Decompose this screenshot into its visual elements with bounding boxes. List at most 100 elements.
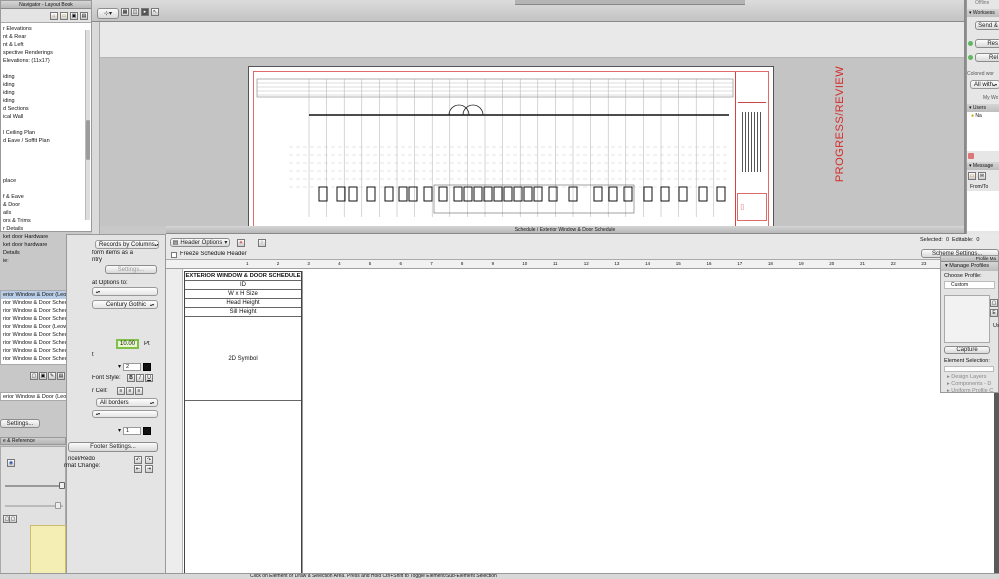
rel-button[interactable]: Rel — [975, 53, 999, 62]
records-select[interactable]: Records by Columns — [95, 240, 159, 249]
duplicate-icon[interactable]: ▣ — [39, 372, 47, 380]
navigator-item[interactable]: Elevations: (11x17) — [1, 57, 91, 65]
new-resource-icon[interactable]: ▢ — [30, 372, 38, 380]
settings-button[interactable]: Settings... — [105, 265, 157, 274]
navigator-item[interactable] — [1, 65, 91, 73]
arrow-tool-icon[interactable]: ▸ — [141, 8, 149, 16]
slider-knob-2[interactable] — [55, 502, 61, 509]
border-weight-field[interactable]: 1 — [123, 426, 142, 435]
edit-icon[interactable]: ✎ — [48, 372, 56, 380]
navigator-item[interactable]: nt & Left — [1, 41, 91, 49]
properties-icon[interactable]: ▤ — [57, 372, 65, 380]
italic-button[interactable]: I — [136, 374, 144, 382]
align-left-icon[interactable]: ≡ — [117, 387, 125, 395]
navigator-item[interactable]: r Details — [1, 225, 91, 233]
grid-icon[interactable]: ▦ — [121, 8, 129, 16]
schedule-tab[interactable]: Schedule / Exterior Window & Door Schedu… — [166, 226, 964, 234]
uniform-profile-row[interactable]: ▸ Uniform Profile C — [941, 388, 998, 394]
res-button[interactable]: Res — [975, 39, 999, 48]
navigator-item[interactable]: place — [1, 177, 91, 185]
navigator-scrollbar[interactable] — [85, 30, 90, 220]
footer-settings-button[interactable]: Footer Settings... — [68, 442, 158, 452]
components-row[interactable]: ▸ Components - D — [941, 381, 998, 387]
send-button[interactable]: Send & — [975, 21, 999, 30]
edit-profile-icon[interactable]: E — [990, 309, 998, 317]
sheet[interactable]: ▭ — [248, 66, 774, 229]
slider-knob[interactable] — [59, 482, 65, 489]
navigator-item[interactable]: r Elevations — [1, 25, 91, 33]
navigator-item[interactable]: d Sections — [1, 105, 91, 113]
navigator-item[interactable]: iding — [1, 89, 91, 97]
line-weight-field[interactable]: 2 — [123, 362, 142, 371]
symbol-cell[interactable]: 2D Symbol — [185, 317, 301, 401]
color-swatch-icon[interactable] — [143, 362, 152, 371]
layers-icon[interactable]: ▤ — [80, 11, 88, 20]
user-row[interactable]: ● Na — [967, 112, 999, 121]
navigator-item[interactable]: iding — [1, 73, 91, 81]
navigator-item[interactable]: l Ceiling Plan — [1, 129, 91, 137]
navigator-item[interactable] — [1, 121, 91, 129]
align-center-icon[interactable]: ≡ — [126, 387, 134, 395]
recalculate-icon[interactable]: ✳ — [237, 239, 245, 247]
slider-track[interactable] — [5, 485, 63, 487]
navigator-item[interactable] — [1, 169, 91, 177]
header-options-button[interactable]: ▤ Header Options ▾ — [170, 238, 230, 247]
font-size-field[interactable]: 10.00 — [116, 339, 139, 349]
selection-tool-button[interactable]: ⊹▾ — [97, 8, 119, 19]
navigator-item[interactable] — [1, 145, 91, 153]
messages-header[interactable]: ▾ Message — [967, 162, 999, 170]
schedule-table[interactable]: EXTERIOR WINDOW & DOOR SCHEDULE ID W x H … — [184, 271, 302, 577]
navigator-item[interactable]: ical Wall — [1, 113, 91, 121]
undo-icon[interactable]: ↶ — [134, 456, 142, 464]
export-icon[interactable]: ⇧ — [258, 239, 266, 247]
add-profile-icon[interactable]: ▢ — [990, 299, 998, 307]
underline-button[interactable]: U — [145, 374, 153, 382]
pointer-icon[interactable]: ↖ — [151, 8, 159, 16]
palette-icon[interactable]: ◉ — [7, 459, 15, 467]
new-message-icon[interactable]: ✉ — [978, 172, 986, 180]
schedule-row[interactable]: W x H Size — [185, 290, 301, 299]
navigator-item[interactable]: iding — [1, 97, 91, 105]
format-target-select[interactable] — [92, 287, 158, 296]
navigator-item[interactable]: d Eave / Soffit Plan — [1, 137, 91, 145]
capture-button[interactable]: Capture — [944, 346, 990, 354]
redo-all-icon[interactable]: ⇥ — [145, 465, 153, 473]
layer-icon[interactable]: ◫ — [131, 8, 139, 16]
navigator-item[interactable] — [1, 161, 91, 169]
chat-icon[interactable] — [968, 153, 974, 159]
bold-button[interactable]: B — [127, 374, 135, 382]
sheet-icon[interactable]: ▣ — [70, 11, 78, 20]
border-style-select[interactable] — [92, 410, 158, 418]
worksessions-header[interactable]: ▾ Worksess — [967, 9, 999, 17]
undo-all-icon[interactable]: ⇤ — [134, 465, 142, 473]
users-header[interactable]: ▾ Users — [967, 104, 999, 112]
design-layers-row[interactable]: ▸ Design Layers — [941, 374, 998, 380]
redo-icon[interactable]: ↷ — [145, 456, 153, 464]
scroll-thumb[interactable] — [86, 120, 90, 160]
schedule-row[interactable]: Head Height — [185, 299, 301, 308]
all-with-select[interactable]: All with — [970, 80, 999, 89]
navigator-item[interactable]: iding — [1, 81, 91, 89]
navigator-item[interactable]: & Door — [1, 201, 91, 209]
reference-tab[interactable]: e & Reference — [0, 437, 66, 445]
navigator-item[interactable]: ors & Trims — [1, 217, 91, 225]
border-color-icon[interactable] — [143, 426, 152, 435]
navigator-item[interactable]: f & Eave — [1, 193, 91, 201]
borders-select[interactable]: All borders — [96, 398, 158, 407]
schedule-title[interactable]: EXTERIOR WINDOW & DOOR SCHEDULE — [185, 272, 301, 281]
manage-profiles-header[interactable]: ▾ Manage Profiles — [941, 262, 998, 271]
resource-settings-button[interactable]: Settings... — [0, 419, 40, 428]
folder-icon[interactable]: ▭ — [968, 172, 976, 180]
navigator-item[interactable] — [1, 185, 91, 193]
navigator-item[interactable] — [1, 153, 91, 161]
navigator-item[interactable]: spective Renderings — [1, 49, 91, 57]
home-icon[interactable]: ⌂ — [50, 11, 58, 20]
unlock-icon[interactable]: ▢ — [9, 515, 17, 523]
navigator-item[interactable]: nt & Rear — [1, 33, 91, 41]
freeze-header-checkbox[interactable] — [171, 252, 177, 258]
schedule-row[interactable]: Sill Height — [185, 308, 301, 317]
profile-list[interactable]: Custom — [944, 281, 995, 289]
schedule-row[interactable]: ID — [185, 281, 301, 290]
folder-icon[interactable]: ▭ — [60, 11, 68, 20]
align-right-icon[interactable]: ≡ — [135, 387, 143, 395]
